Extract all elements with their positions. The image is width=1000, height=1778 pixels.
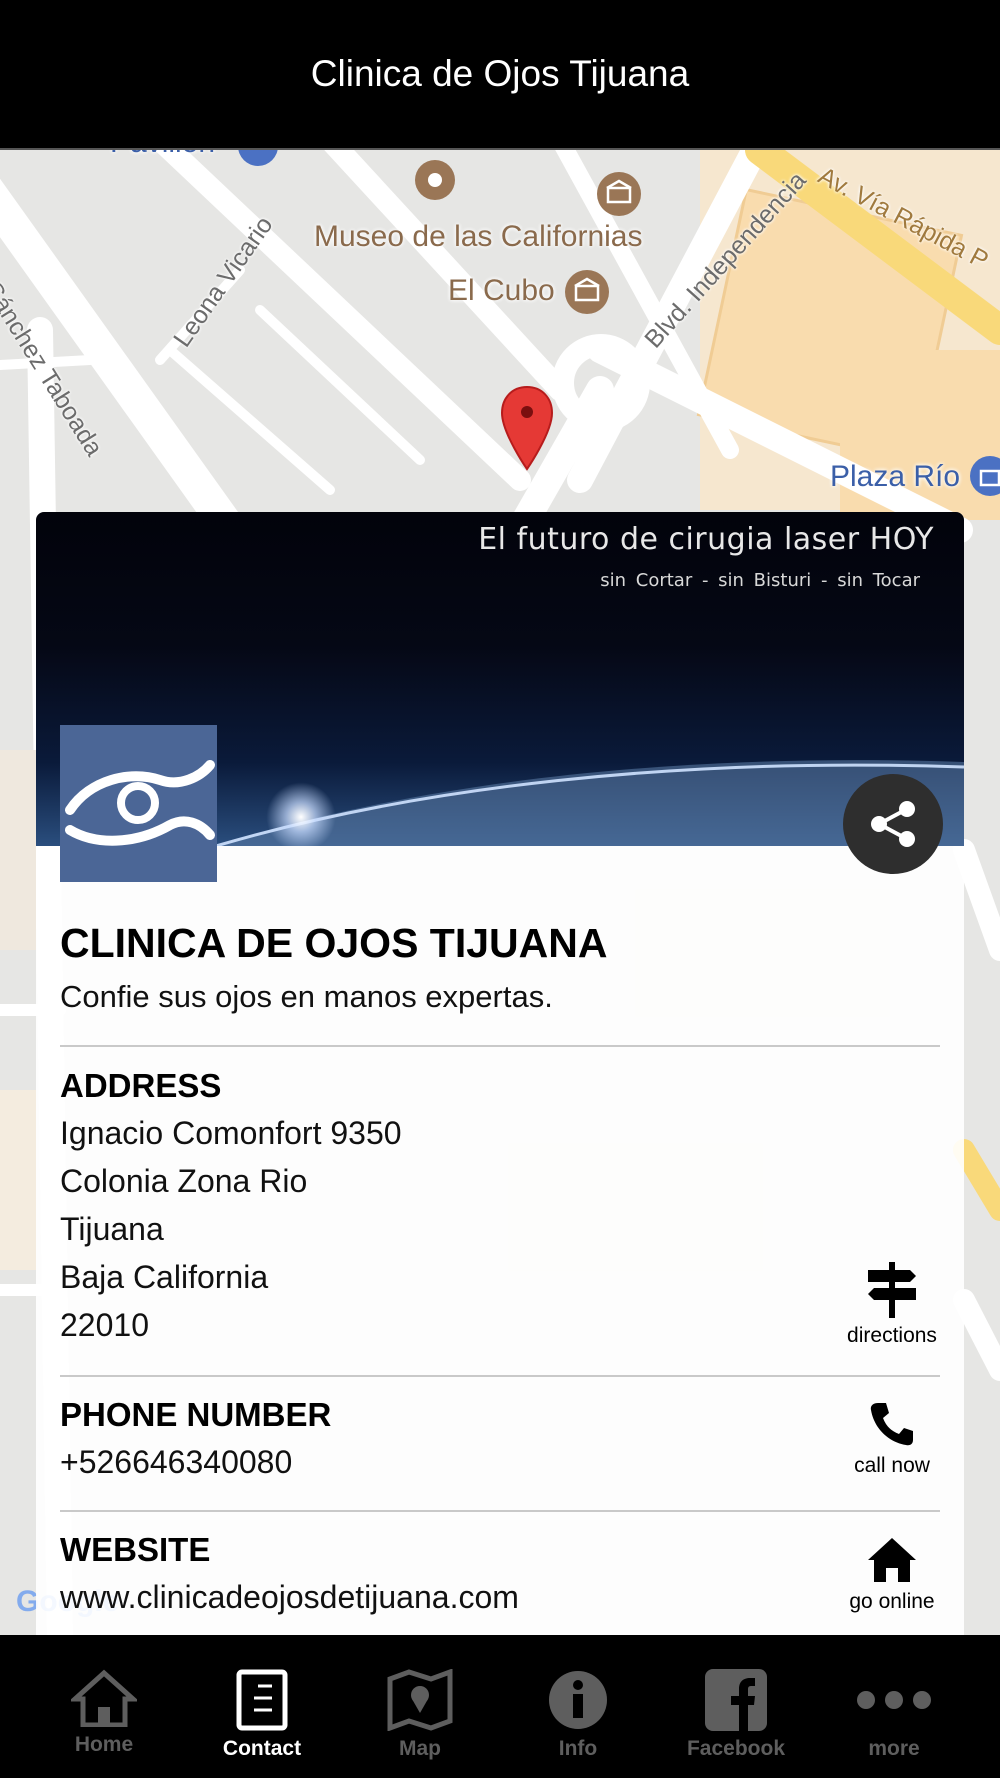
poi-label: Pavilion bbox=[110, 150, 215, 160]
home-icon bbox=[71, 1669, 137, 1727]
address-line: Ignacio Comonfort 9350 bbox=[60, 1115, 402, 1151]
poi-label: Plaza Río bbox=[830, 460, 961, 493]
tab-contact[interactable]: Contact bbox=[183, 1635, 341, 1778]
tab-facebook[interactable]: Facebook bbox=[657, 1635, 815, 1778]
contact-card-icon bbox=[236, 1669, 288, 1731]
phone-icon bbox=[870, 1403, 913, 1446]
tab-label: more bbox=[868, 1737, 920, 1760]
phone-heading: PHONE NUMBER bbox=[60, 1396, 332, 1433]
tab-more[interactable]: more bbox=[815, 1635, 973, 1778]
tab-map[interactable]: Map bbox=[341, 1635, 499, 1778]
tab-info[interactable]: Info bbox=[499, 1635, 657, 1778]
tab-bar: Home Contact Map Info Facebook more bbox=[0, 1635, 1000, 1778]
website-heading: WEBSITE bbox=[60, 1531, 211, 1568]
address-line: Tijuana bbox=[60, 1211, 164, 1247]
tab-label: Home bbox=[74, 1733, 134, 1756]
tab-label: Contact bbox=[222, 1737, 302, 1760]
info-icon bbox=[549, 1671, 607, 1729]
tab-label: Map bbox=[399, 1737, 441, 1760]
address-heading: ADDRESS bbox=[60, 1067, 222, 1104]
tab-label: Facebook bbox=[686, 1737, 786, 1760]
directions-button[interactable]: directions bbox=[822, 1262, 962, 1348]
go-online-label: go online bbox=[849, 1590, 935, 1613]
go-online-button[interactable]: go online bbox=[822, 1536, 962, 1614]
contact-card: El futuro de cirugia laser HOY sin Corta… bbox=[36, 512, 964, 1635]
more-dots-icon bbox=[857, 1691, 931, 1709]
website-link[interactable]: www.clinicadeojosdetijuana.com bbox=[60, 1579, 519, 1616]
call-now-label: call now bbox=[854, 1454, 930, 1477]
page-title: Clinica de Ojos Tijuana bbox=[310, 53, 690, 94]
address-line: 22010 bbox=[60, 1307, 149, 1343]
top-bar: Clinica de Ojos Tijuana bbox=[0, 0, 1000, 150]
address-line: Baja California bbox=[60, 1259, 269, 1295]
directions-label: directions bbox=[847, 1324, 937, 1347]
share-icon bbox=[871, 801, 915, 847]
home-icon bbox=[868, 1538, 916, 1582]
divider bbox=[60, 1045, 940, 1047]
eye-logo-icon bbox=[65, 760, 215, 846]
divider bbox=[60, 1510, 940, 1512]
phone-number[interactable]: +526646340080 bbox=[60, 1444, 292, 1481]
poi-label: Museo de las Californias bbox=[314, 220, 643, 253]
tab-label: Info bbox=[558, 1737, 598, 1760]
sun-glow bbox=[266, 782, 336, 846]
call-now-button[interactable]: call now bbox=[822, 1400, 962, 1478]
address-line: Colonia Zona Rio bbox=[60, 1163, 308, 1199]
clinic-logo bbox=[60, 725, 217, 882]
divider bbox=[60, 1375, 940, 1377]
clinic-tagline: Confie sus ojos en manos expertas. bbox=[60, 979, 553, 1014]
poi-label: El Cubo bbox=[448, 274, 555, 307]
signpost-icon bbox=[868, 1262, 916, 1318]
share-button[interactable] bbox=[843, 774, 943, 874]
facebook-icon bbox=[705, 1669, 767, 1731]
tab-home[interactable]: Home bbox=[25, 1635, 183, 1778]
clinic-name: CLINICA DE OJOS TIJUANA bbox=[60, 920, 608, 966]
map-icon bbox=[387, 1669, 453, 1731]
